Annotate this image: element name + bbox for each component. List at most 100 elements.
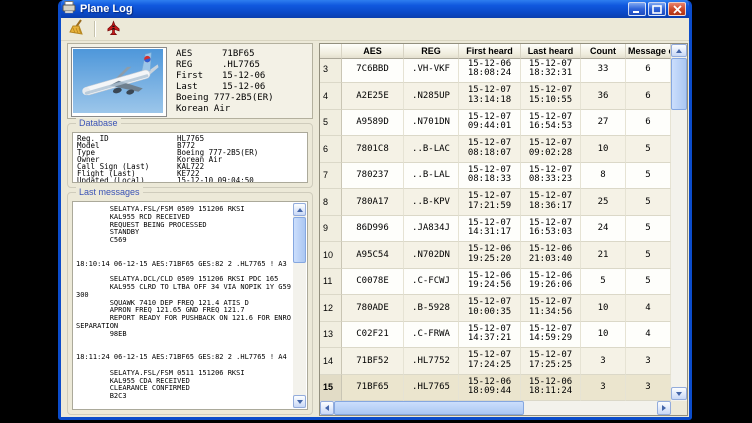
scroll-left-button[interactable]: [320, 401, 334, 415]
up-arrow-icon: [297, 208, 303, 212]
database-row: Updated (Local)15-12-10 09:04:50: [77, 177, 303, 183]
aircraft-summary-row: Boeing 777-2B5(ER): [176, 93, 274, 104]
table-row[interactable]: 986D996.JA834J15-12-0714:31:1715-12-0716…: [320, 216, 671, 243]
window-title: Plane Log: [80, 3, 133, 15]
table-row-cells: 986D996.JA834J15-12-0714:31:1715-12-0716…: [320, 216, 671, 243]
message-count-cell: 3: [626, 348, 671, 375]
reg-cell: .C-FCWJ: [404, 269, 459, 296]
aircraft-summary-row: Last15-12-06: [176, 82, 274, 93]
message-count-cell: 6: [626, 83, 671, 110]
table-row[interactable]: 1571BF65.HL776515-12-0618:09:4415-12-061…: [320, 375, 671, 402]
count-cell: 36: [581, 83, 626, 110]
column-header[interactable]: Message cou: [626, 44, 671, 59]
count-cell: 3: [581, 348, 626, 375]
field-label: REG: [176, 60, 222, 71]
table-row-cells: 4A2E25E.N285UP15-12-0713:14:1815-12-0715…: [320, 83, 671, 110]
field-label: Last: [176, 82, 222, 93]
row-number-cell: 3: [320, 59, 342, 83]
maximize-button[interactable]: [648, 2, 666, 16]
table-row[interactable]: 5A9589D.N701DN15-12-0709:44:0115-12-0716…: [320, 110, 671, 137]
table-row[interactable]: 7780237..B-LAL15-12-0708:18:3315-12-0708…: [320, 163, 671, 190]
table-row[interactable]: 37C6BBD.VH-VKF15-12-0618:08:2415-12-0718…: [320, 59, 671, 83]
first-heard-time: 09:44:01: [468, 122, 511, 132]
first-heard-time: 10:00:35: [468, 308, 511, 318]
last-messages-box[interactable]: SELATYA.FSL/FSM 0509 151206 RKSI KAL955 …: [72, 201, 308, 410]
first-heard-time: 13:14:18: [468, 96, 511, 106]
table-row[interactable]: 1471BF52.HL775215-12-0717:24:2515-12-071…: [320, 348, 671, 375]
messages-scrollbar[interactable]: [293, 203, 306, 408]
first-heard-time: 14:31:17: [468, 228, 511, 238]
column-header[interactable]: Count: [581, 44, 626, 59]
column-header[interactable]: Last heard: [521, 44, 581, 59]
minimize-button[interactable]: [628, 2, 646, 16]
title-bar[interactable]: Plane Log: [58, 0, 692, 18]
reg-cell: ..B-KPV: [404, 189, 459, 216]
count-cell: 33: [581, 59, 626, 83]
broom-icon: [69, 19, 86, 39]
table-row[interactable]: 13C02F21.C-FRWA15-12-0714:37:2115-12-071…: [320, 322, 671, 349]
table-row[interactable]: 11C0078E.C-FCWJ15-12-0619:24:5615-12-061…: [320, 269, 671, 296]
row-number-cell: 14: [320, 348, 342, 375]
scroll-down-button[interactable]: [293, 395, 306, 408]
close-button[interactable]: [668, 2, 686, 16]
first-heard-time: 17:24:25: [468, 361, 511, 371]
row-number-cell: 8: [320, 189, 342, 216]
scroll-down-button[interactable]: [671, 387, 687, 400]
table-row[interactable]: 8780A17..B-KPV15-12-0717:21:5915-12-0718…: [320, 189, 671, 216]
aircraft-table: AESREGFirst heardLast heardCountMessage …: [319, 43, 688, 416]
field-label: First: [176, 71, 222, 82]
message-count-cell: 6: [626, 110, 671, 137]
aircraft-filter-button[interactable]: [102, 19, 124, 39]
aes-cell: 780237: [342, 163, 404, 190]
column-header[interactable]: [320, 44, 342, 59]
last-heard-cell: 15-12-0618:11:24: [521, 375, 581, 402]
last-heard-cell: 15-12-0718:32:31: [521, 59, 581, 83]
scrollbar-thumb[interactable]: [334, 401, 524, 415]
count-cell: 10: [581, 295, 626, 322]
message-count-cell: 4: [626, 322, 671, 349]
message-count-cell: 3: [626, 375, 671, 402]
aes-cell: 71BF65: [342, 375, 404, 402]
app-window: Plane Log: [58, 0, 692, 420]
column-header[interactable]: REG: [404, 44, 459, 59]
first-heard-time: 14:37:21: [468, 334, 511, 344]
scroll-right-button[interactable]: [657, 401, 671, 415]
row-number-cell: 5: [320, 110, 342, 137]
message-count-cell: 5: [626, 269, 671, 296]
database-label: Database: [76, 118, 121, 128]
table-row-cells: 7780237..B-LAL15-12-0708:18:3315-12-0708…: [320, 163, 671, 190]
scroll-up-button[interactable]: [293, 203, 306, 216]
left-arrow-icon: [325, 405, 329, 411]
row-number-cell: 15: [320, 375, 342, 402]
field-value: .HL7765: [222, 60, 260, 71]
last-heard-cell: 15-12-0717:25:25: [521, 348, 581, 375]
table-horizontal-scrollbar[interactable]: [320, 401, 671, 415]
first-heard-time: 08:18:33: [468, 175, 511, 185]
column-header[interactable]: First heard: [459, 44, 521, 59]
reg-cell: .JA834J: [404, 216, 459, 243]
scrollbar-thumb[interactable]: [671, 58, 687, 110]
last-heard-time: 21:03:40: [529, 255, 572, 265]
first-heard-cell: 15-12-0710:00:35: [459, 295, 521, 322]
last-heard-time: 11:34:56: [529, 308, 572, 318]
column-header[interactable]: AES: [342, 44, 404, 59]
table-row[interactable]: 67801C8..B-LAC15-12-0708:18:0715-12-0709…: [320, 136, 671, 163]
down-arrow-icon: [297, 400, 303, 404]
last-heard-time: 18:36:17: [529, 202, 572, 212]
table-row-cells: 8780A17..B-KPV15-12-0717:21:5915-12-0718…: [320, 189, 671, 216]
table-row[interactable]: 12780ADE.B-592815-12-0710:00:3515-12-071…: [320, 295, 671, 322]
table-row[interactable]: 4A2E25E.N285UP15-12-0713:14:1815-12-0715…: [320, 83, 671, 110]
reg-cell: .HL7752: [404, 348, 459, 375]
first-heard-cell: 15-12-0713:14:18: [459, 83, 521, 110]
table-row[interactable]: 10A95C54.N702DN15-12-0619:25:2015-12-062…: [320, 242, 671, 269]
toolbar-separator: [94, 21, 96, 37]
aes-cell: A2E25E: [342, 83, 404, 110]
last-heard-time: 14:59:29: [529, 334, 572, 344]
scrollbar-thumb[interactable]: [293, 217, 306, 263]
clear-broom-button[interactable]: [66, 19, 88, 39]
table-vertical-scrollbar[interactable]: [671, 44, 687, 401]
reg-cell: .N702DN: [404, 242, 459, 269]
scroll-up-button[interactable]: [671, 44, 687, 57]
last-heard-cell: 15-12-0619:26:06: [521, 269, 581, 296]
first-heard-cell: 15-12-0714:31:17: [459, 216, 521, 243]
